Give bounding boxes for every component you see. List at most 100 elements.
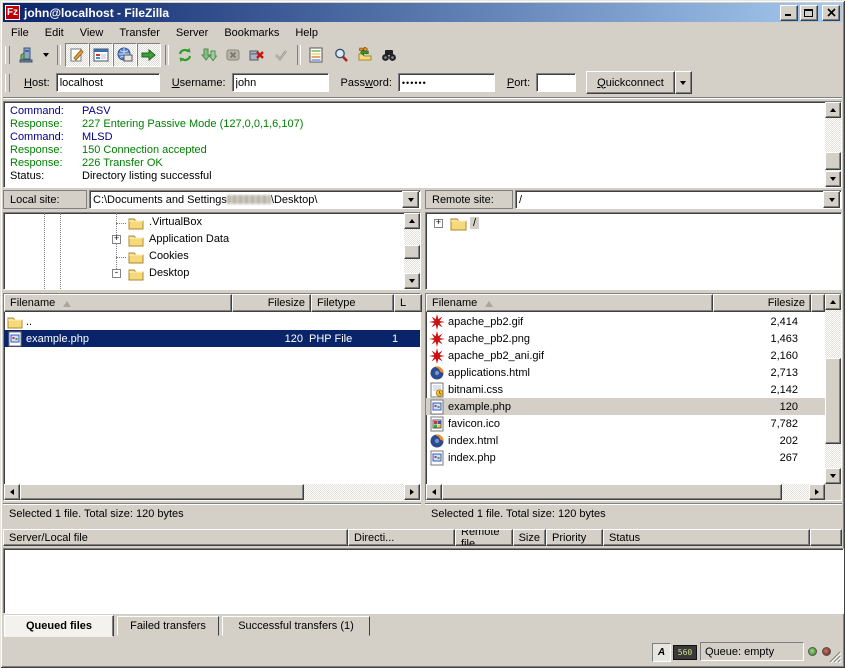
column-header-modified[interactable]: L — [394, 294, 422, 312]
menu-bookmarks[interactable]: Bookmarks — [216, 25, 287, 41]
queue-header-priority[interactable]: Priority — [546, 529, 603, 546]
titlebar[interactable]: Fz john@localhost - FileZilla — [3, 3, 842, 22]
menu-transfer[interactable]: Transfer — [111, 25, 168, 41]
quickconnect-dropdown-button[interactable] — [675, 71, 692, 94]
file-row-selected[interactable]: example.php 120 — [426, 398, 825, 415]
local-file-list[interactable]: Filename Filesize Filetype L .. example.… — [3, 293, 421, 501]
scroll-left-button[interactable] — [426, 484, 442, 500]
tree-root-label[interactable]: / — [470, 217, 479, 229]
combo-dropdown-button[interactable] — [823, 191, 840, 208]
synchronized-browsing-button[interactable] — [353, 43, 377, 67]
scroll-down-button[interactable] — [825, 171, 841, 187]
quickconnect-button[interactable]: Quickconnect — [586, 71, 675, 94]
tree-item-root[interactable]: + / — [426, 215, 806, 232]
close-button[interactable] — [822, 5, 840, 21]
toggle-transfer-queue-button[interactable] — [137, 43, 161, 67]
scroll-up-button[interactable] — [404, 213, 420, 229]
file-row-parent-dir[interactable]: .. — [4, 313, 420, 330]
scroll-left-button[interactable] — [4, 484, 20, 500]
speed-limit-icon[interactable]: 560 — [673, 645, 697, 660]
password-input[interactable] — [398, 73, 495, 92]
disconnect-button[interactable] — [245, 43, 269, 67]
quickbar-grip[interactable] — [5, 74, 10, 92]
find-files-button[interactable] — [377, 43, 401, 67]
menu-file[interactable]: File — [3, 25, 37, 41]
scroll-down-button[interactable] — [825, 468, 841, 484]
scroll-thumb[interactable] — [20, 484, 304, 500]
maximize-button[interactable] — [800, 5, 818, 21]
file-row[interactable]: favicon.ico 7,782 — [426, 415, 825, 432]
site-manager-button[interactable] — [14, 43, 38, 67]
log-vscrollbar[interactable] — [825, 102, 841, 187]
data-type-icon[interactable]: A — [652, 643, 671, 662]
scroll-thumb[interactable] — [825, 152, 841, 170]
column-header-filesize[interactable]: Filesize — [713, 294, 811, 312]
scroll-up-button[interactable] — [825, 294, 841, 310]
file-row[interactable]: index.html 202 — [426, 432, 825, 449]
remote-site-combobox[interactable]: / — [515, 190, 842, 209]
file-row[interactable]: index.php 267 — [426, 449, 825, 466]
menu-help[interactable]: Help — [287, 25, 326, 41]
filter-button[interactable] — [329, 43, 353, 67]
reconnect-button[interactable] — [269, 43, 293, 67]
column-header-filetype[interactable]: Filetype — [311, 294, 394, 312]
queue-header-size[interactable]: Size — [513, 529, 546, 546]
local-directory-tree[interactable]: .VirtualBox + Application Data Cookies -… — [3, 212, 421, 290]
local-tree-vscrollbar[interactable] — [404, 213, 420, 289]
scroll-down-button[interactable] — [404, 273, 420, 289]
remote-directory-tree[interactable]: + / — [425, 212, 842, 290]
tab-failed-transfers[interactable]: Failed transfers — [117, 616, 219, 636]
site-manager-dropdown-button[interactable] — [38, 43, 53, 67]
file-row[interactable]: apache_pb2_ani.gif 2,160 — [426, 347, 825, 364]
queue-header-direction[interactable]: Directi... — [348, 529, 455, 546]
scroll-thumb[interactable] — [825, 358, 841, 444]
cancel-operation-button[interactable] — [221, 43, 245, 67]
tab-queued-files[interactable]: Queued files — [4, 615, 114, 637]
directory-comparison-button[interactable] — [305, 43, 329, 67]
tree-item-virtualbox[interactable]: .VirtualBox — [4, 214, 384, 231]
remote-list-vscrollbar[interactable] — [825, 294, 841, 484]
queue-header-remote-file[interactable]: Remote file — [455, 529, 513, 546]
toggle-remote-tree-button[interactable] — [113, 43, 137, 67]
local-list-hscrollbar[interactable] — [4, 484, 420, 500]
port-input[interactable] — [536, 73, 576, 92]
tree-item-application-data[interactable]: + Application Data — [4, 231, 384, 248]
app-icon[interactable]: Fz — [5, 5, 20, 20]
scroll-thumb[interactable] — [404, 245, 420, 259]
toggle-message-log-button[interactable] — [65, 43, 89, 67]
column-header-filesize[interactable]: Filesize — [232, 294, 311, 312]
scroll-right-button[interactable] — [404, 484, 420, 500]
column-header-filename[interactable]: Filename — [426, 294, 713, 312]
tree-expand-icon[interactable]: + — [112, 235, 121, 244]
toolbar-grip[interactable] — [5, 46, 10, 64]
tab-successful-transfers[interactable]: Successful transfers (1) — [222, 616, 370, 636]
file-row[interactable]: apache_pb2.gif 2,414 — [426, 313, 825, 330]
message-log[interactable]: Command:PASV Response:227 Entering Passi… — [3, 101, 842, 188]
file-row-selected[interactable]: example.php 120 PHP File 1 — [4, 330, 420, 347]
resize-grip[interactable] — [828, 650, 841, 663]
scroll-up-button[interactable] — [825, 102, 841, 118]
refresh-button[interactable] — [173, 43, 197, 67]
tree-expand-icon[interactable]: + — [434, 219, 443, 228]
tree-collapse-icon[interactable]: - — [112, 269, 121, 278]
menu-view[interactable]: View — [72, 25, 112, 41]
combo-dropdown-button[interactable] — [402, 191, 419, 208]
local-site-combobox[interactable]: C:\Documents and Settings\Desktop\ — [89, 190, 421, 209]
remote-file-list[interactable]: Filename Filesize apache_pb2.gif 2,414 a… — [425, 293, 842, 501]
scroll-thumb[interactable] — [442, 484, 782, 500]
menu-edit[interactable]: Edit — [37, 25, 72, 41]
scroll-right-button[interactable] — [809, 484, 825, 500]
process-queue-button[interactable] — [197, 43, 221, 67]
tree-item-desktop[interactable]: - Desktop — [4, 265, 384, 282]
minimize-button[interactable] — [780, 5, 798, 21]
file-row[interactable]: bitnami.css 2,142 — [426, 381, 825, 398]
menu-server[interactable]: Server — [168, 25, 216, 41]
queue-header-server-local-file[interactable]: Server/Local file — [3, 529, 348, 546]
file-row[interactable]: applications.html 2,713 — [426, 364, 825, 381]
queue-list-area[interactable] — [3, 548, 844, 614]
toggle-local-tree-button[interactable] — [89, 43, 113, 67]
queue-header-status[interactable]: Status — [603, 529, 810, 546]
remote-list-hscrollbar[interactable] — [426, 484, 825, 500]
username-input[interactable] — [232, 73, 329, 92]
column-header-filename[interactable]: Filename — [4, 294, 232, 312]
